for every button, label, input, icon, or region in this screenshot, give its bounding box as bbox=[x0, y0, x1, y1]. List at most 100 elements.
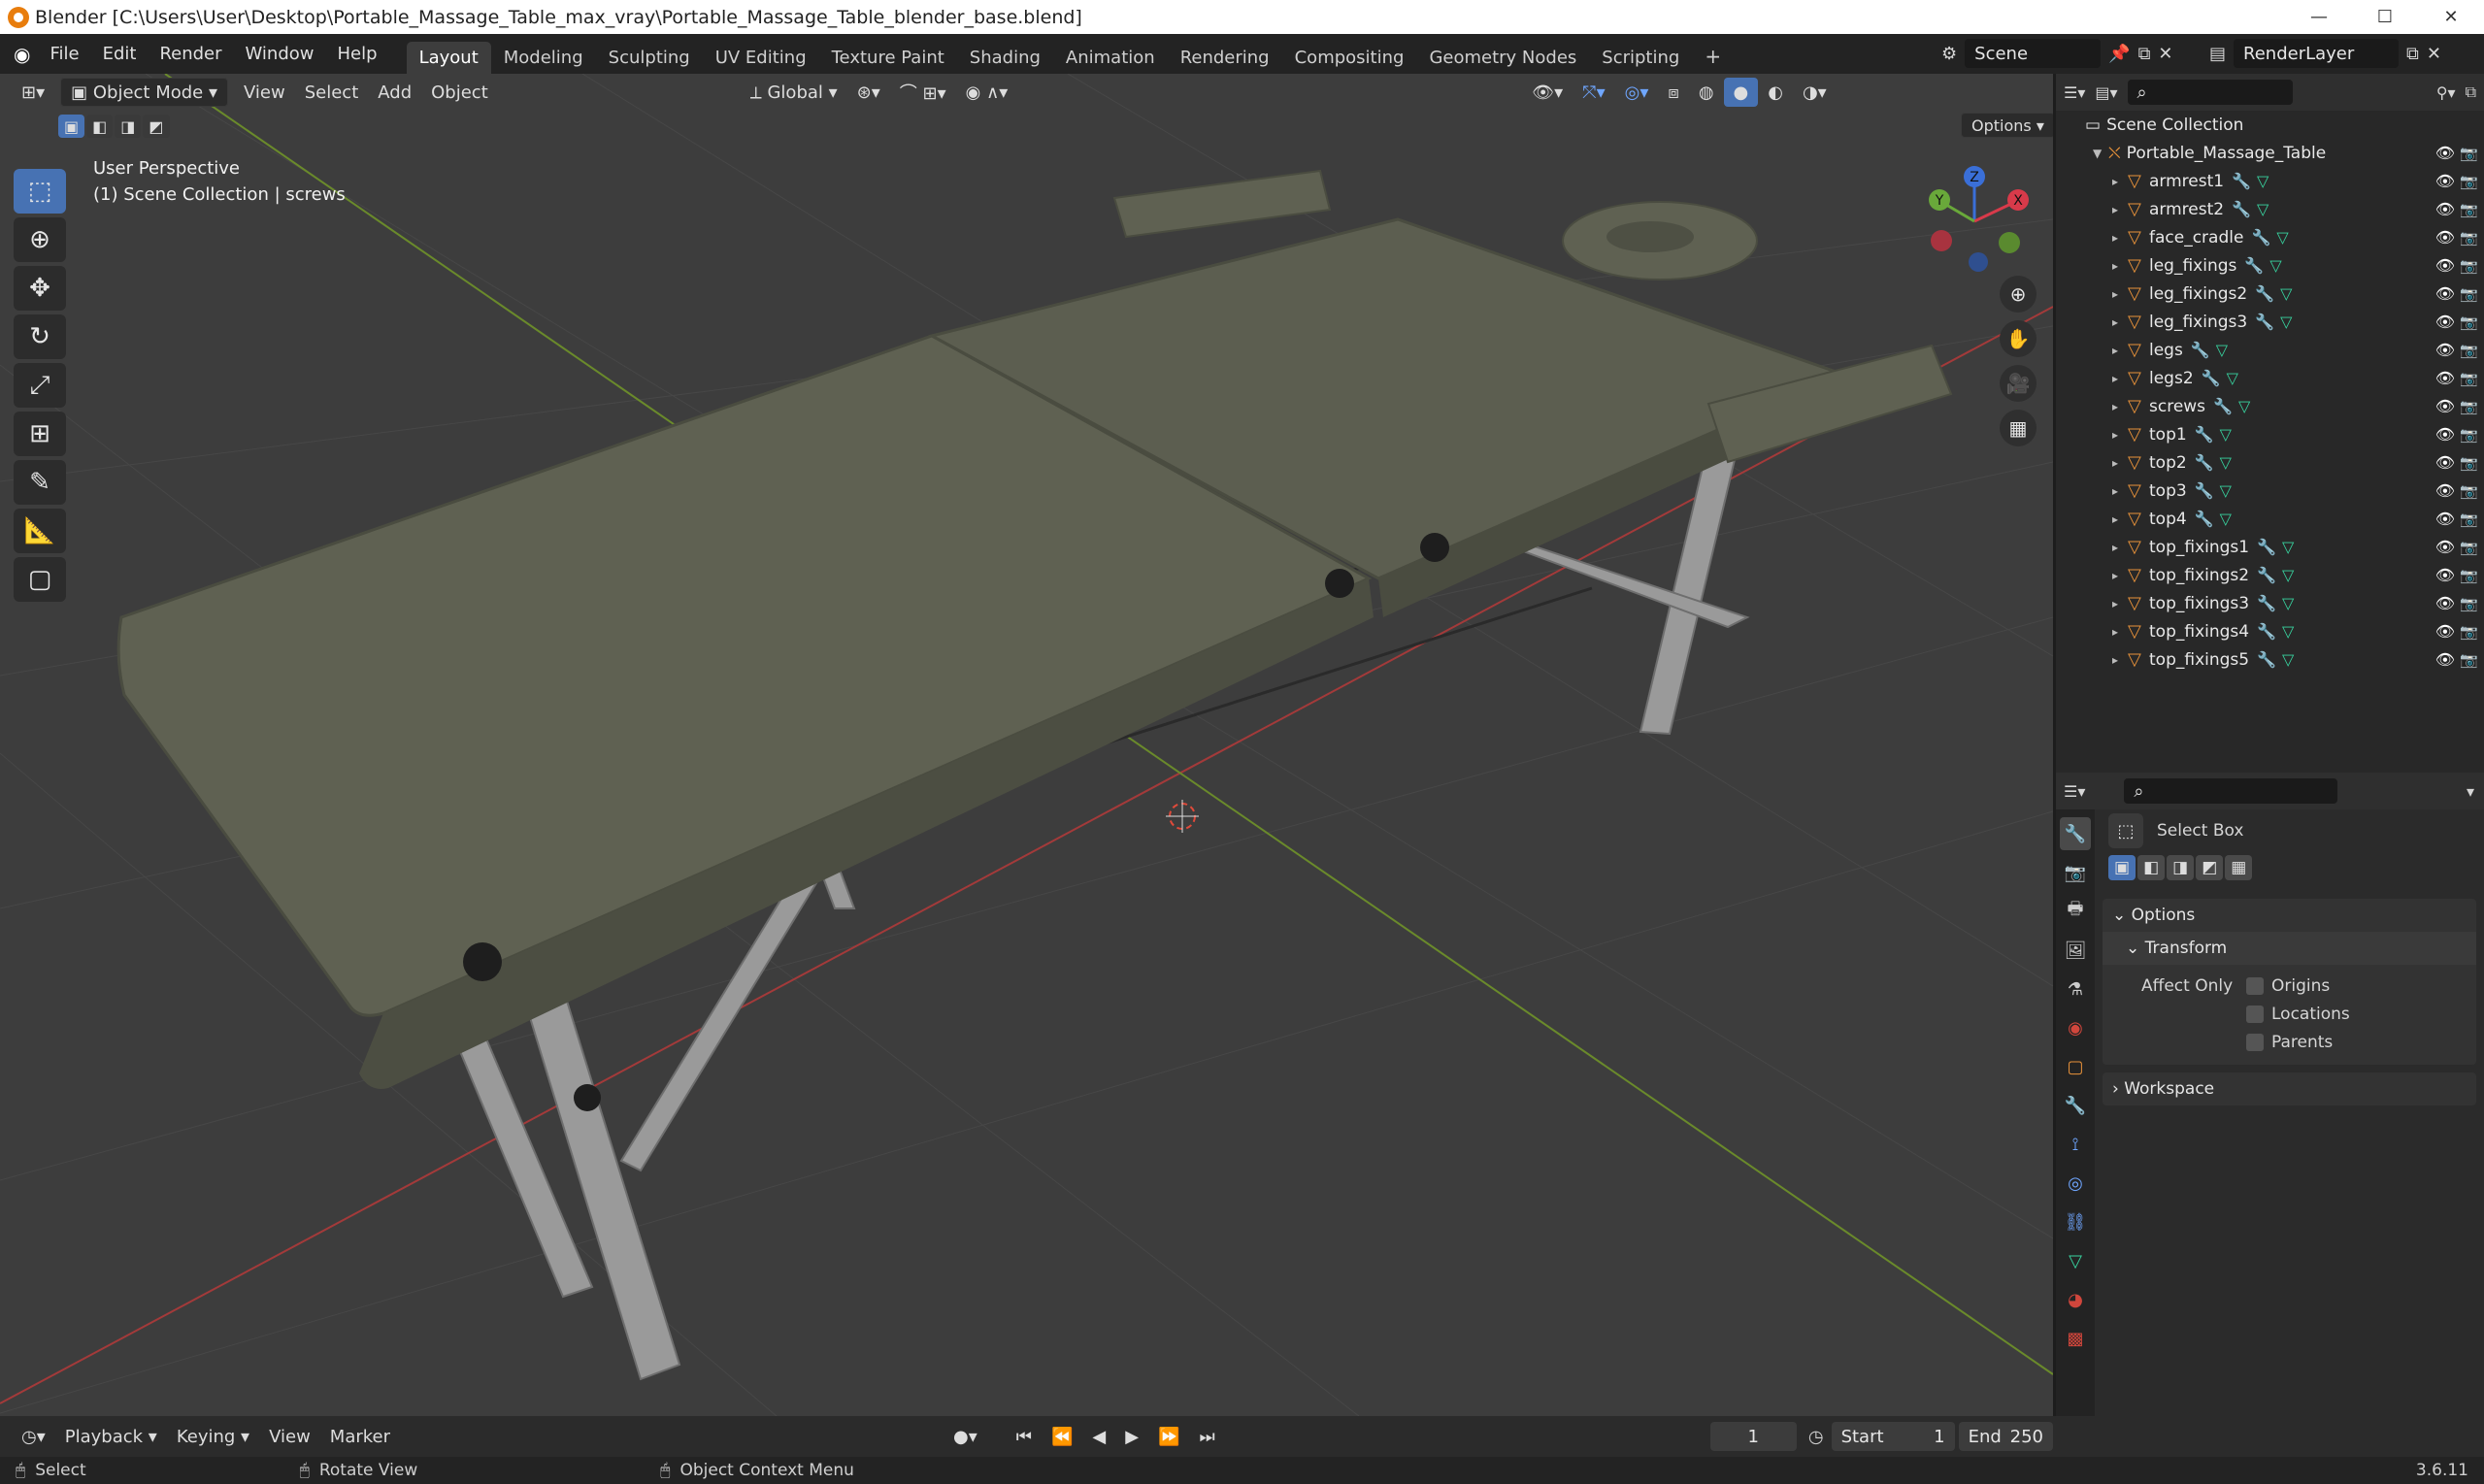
expand-arrow-icon[interactable]: ▸ bbox=[2112, 287, 2128, 301]
jump-start-icon[interactable]: ⏮ bbox=[1007, 1422, 1042, 1451]
mesh-data-icon[interactable]: ▽ bbox=[2238, 397, 2250, 415]
ortho-grid-icon[interactable]: ▦ bbox=[2000, 410, 2037, 446]
proportional-edit-icon[interactable]: ◉ ∧▾ bbox=[956, 78, 1018, 107]
tab-rendering[interactable]: Rendering bbox=[1168, 42, 1282, 74]
viewport-options-button[interactable]: Options ▾ bbox=[1961, 113, 2053, 138]
new-collection-icon[interactable]: ⧉ bbox=[2466, 82, 2476, 102]
expand-arrow-icon[interactable]: ▸ bbox=[2112, 484, 2128, 498]
select-invert-icon[interactable]: ◩ bbox=[143, 115, 170, 138]
mesh-data-icon[interactable]: ▽ bbox=[2282, 622, 2294, 641]
auto-keying-icon[interactable]: ●▾ bbox=[944, 1422, 987, 1451]
zoom-icon[interactable]: ⊕ bbox=[2000, 276, 2037, 313]
new-scene-icon[interactable]: ⧉ bbox=[2138, 44, 2151, 64]
maximize-button[interactable]: ☐ bbox=[2352, 0, 2418, 34]
blender-menu-icon[interactable]: ◉ bbox=[14, 43, 30, 66]
scale-tool[interactable]: ⤢ bbox=[14, 363, 66, 408]
rotate-tool[interactable]: ↻ bbox=[14, 314, 66, 359]
options-panel-header[interactable]: ⌄ Options bbox=[2103, 899, 2476, 932]
modifier-wrench-icon[interactable]: 🔧 bbox=[2251, 228, 2270, 247]
render-tab-icon[interactable]: 📷 bbox=[2060, 856, 2091, 889]
mesh-data-icon[interactable]: ▽ bbox=[2220, 510, 2232, 528]
expand-arrow-icon[interactable]: ▸ bbox=[2112, 259, 2128, 273]
render-camera-icon[interactable]: 📷 bbox=[2460, 313, 2478, 331]
new-layer-icon[interactable]: ⧉ bbox=[2406, 44, 2419, 64]
render-camera-icon[interactable]: 📷 bbox=[2460, 623, 2478, 641]
mode-selector[interactable]: ▣ Object Mode ▾ bbox=[60, 78, 229, 107]
render-camera-icon[interactable]: 📷 bbox=[2460, 482, 2478, 500]
visibility-eye-icon[interactable]: 👁 bbox=[2435, 538, 2455, 556]
mesh-data-icon[interactable]: ▽ bbox=[2276, 228, 2288, 247]
modifier-wrench-icon[interactable]: 🔧 bbox=[2257, 566, 2276, 584]
menu-object[interactable]: Object bbox=[421, 78, 498, 107]
expand-arrow-icon[interactable]: ▸ bbox=[2112, 569, 2128, 582]
expand-arrow-icon[interactable]: ▸ bbox=[2112, 597, 2128, 610]
scene-icon[interactable]: ⚙ bbox=[1941, 44, 1957, 64]
modifier-wrench-icon[interactable]: 🔧 bbox=[2255, 313, 2274, 331]
outliner-object-row[interactable]: ▸ ▽ screws 🔧 ▽ 👁 📷 bbox=[2056, 392, 2484, 420]
visibility-eye-icon[interactable]: 👁 bbox=[2435, 397, 2455, 415]
visibility-eye-icon[interactable]: 👁 bbox=[2435, 369, 2455, 387]
shading-solid-icon[interactable]: ● bbox=[1723, 78, 1759, 107]
outliner-search-input[interactable]: ⌕ bbox=[2127, 80, 2293, 105]
3d-viewport[interactable]: ⊞▾ ▣ Object Mode ▾ View Select Add Objec… bbox=[0, 74, 2053, 1416]
visibility-eye-icon[interactable]: 👁 bbox=[2435, 510, 2455, 528]
workspace-panel-header[interactable]: › Workspace bbox=[2103, 1072, 2476, 1105]
visibility-eye-icon[interactable]: 👁 bbox=[2435, 481, 2455, 500]
mesh-data-icon[interactable]: ▽ bbox=[2227, 369, 2238, 387]
visibility-eye-icon[interactable]: 👁 bbox=[2435, 256, 2455, 275]
render-layer-field[interactable]: RenderLayer bbox=[2234, 39, 2400, 68]
render-camera-icon[interactable]: 📷 bbox=[2460, 454, 2478, 472]
modifier-wrench-icon[interactable]: 🔧 bbox=[2195, 510, 2214, 528]
mesh-data-icon[interactable]: ▽ bbox=[2282, 650, 2294, 669]
outliner-object-row[interactable]: ▸ ▽ face_cradle 🔧 ▽ 👁 📷 bbox=[2056, 223, 2484, 251]
select-new-icon[interactable]: ▣ bbox=[58, 115, 85, 138]
close-button[interactable]: ✕ bbox=[2418, 0, 2484, 34]
visibility-eye-icon[interactable]: 👁 bbox=[2435, 650, 2455, 669]
expand-arrow-icon[interactable]: ▸ bbox=[2112, 512, 2128, 526]
properties-editor-icon[interactable]: ☰▾ bbox=[2064, 782, 2085, 801]
modifier-wrench-icon[interactable]: 🔧 bbox=[2257, 622, 2276, 641]
menu-help[interactable]: Help bbox=[326, 44, 389, 64]
gizmo-toggle-icon[interactable]: ⤧▾ bbox=[1573, 78, 1614, 107]
play-reverse-icon[interactable]: ◀ bbox=[1082, 1422, 1115, 1451]
tab-compositing[interactable]: Compositing bbox=[1282, 42, 1417, 74]
outliner-object-row[interactable]: ▸ ▽ top_fixings4 🔧 ▽ 👁 📷 bbox=[2056, 617, 2484, 645]
shading-material-icon[interactable]: ◐ bbox=[1758, 78, 1793, 107]
mesh-data-icon[interactable]: ▽ bbox=[2280, 313, 2292, 331]
xray-toggle-icon[interactable]: ⧈ bbox=[1658, 78, 1688, 107]
viewport-canvas[interactable] bbox=[0, 74, 2053, 1416]
modifiers-tab-icon[interactable]: 🔧 bbox=[2060, 1089, 2091, 1122]
outliner-object-row[interactable]: ▸ ▽ top_fixings2 🔧 ▽ 👁 📷 bbox=[2056, 561, 2484, 589]
render-camera-icon[interactable]: 📷 bbox=[2460, 511, 2478, 528]
outliner-object-row[interactable]: ▸ ▽ top_fixings1 🔧 ▽ 👁 📷 bbox=[2056, 533, 2484, 561]
properties-options-icon[interactable]: ▾ bbox=[2467, 782, 2474, 801]
gizmo-neg-x[interactable] bbox=[1931, 230, 1952, 251]
render-camera-icon[interactable]: 📷 bbox=[2460, 201, 2478, 218]
filter-icon[interactable]: ⚲▾ bbox=[2436, 83, 2456, 102]
mesh-data-icon[interactable]: ▽ bbox=[2282, 538, 2294, 556]
tab-sculpting[interactable]: Sculpting bbox=[596, 42, 703, 74]
overlay-toggle-icon[interactable]: ◎▾ bbox=[1615, 78, 1659, 107]
outliner-object-row[interactable]: ▸ ▽ top_fixings3 🔧 ▽ 👁 📷 bbox=[2056, 589, 2484, 617]
outliner-object-row[interactable]: ▸ ▽ legs 🔧 ▽ 👁 📷 bbox=[2056, 336, 2484, 364]
menu-file[interactable]: File bbox=[38, 44, 90, 64]
preview-range-icon[interactable]: ◷ bbox=[1808, 1427, 1824, 1447]
render-camera-icon[interactable]: 📷 bbox=[2460, 426, 2478, 444]
expand-arrow-icon[interactable]: ▸ bbox=[2112, 344, 2128, 357]
mesh-data-icon[interactable]: ▽ bbox=[2257, 200, 2269, 218]
render-camera-icon[interactable]: 📷 bbox=[2460, 173, 2478, 190]
end-frame-field[interactable]: End 250 bbox=[1958, 1422, 2053, 1451]
render-camera-icon[interactable]: 📷 bbox=[2460, 370, 2478, 387]
visibility-eye-icon[interactable]: 👁 bbox=[2435, 341, 2455, 359]
expand-arrow-icon[interactable]: ▸ bbox=[2112, 372, 2128, 385]
mode-intersect-icon[interactable]: ▦ bbox=[2225, 855, 2253, 880]
expand-arrow-icon[interactable]: ▸ bbox=[2112, 456, 2128, 470]
render-camera-icon[interactable]: 📷 bbox=[2460, 342, 2478, 359]
modifier-wrench-icon[interactable]: 🔧 bbox=[2213, 397, 2233, 415]
outliner-object-row[interactable]: ▸ ▽ armrest2 🔧 ▽ 👁 📷 bbox=[2056, 195, 2484, 223]
tab-layout[interactable]: Layout bbox=[406, 42, 491, 74]
mesh-data-icon[interactable]: ▽ bbox=[2282, 566, 2294, 584]
snap-icon[interactable]: ⌒ ⊞▾ bbox=[890, 78, 956, 107]
modifier-wrench-icon[interactable]: 🔧 bbox=[2202, 369, 2221, 387]
start-frame-field[interactable]: Start 1 bbox=[1831, 1422, 1955, 1451]
